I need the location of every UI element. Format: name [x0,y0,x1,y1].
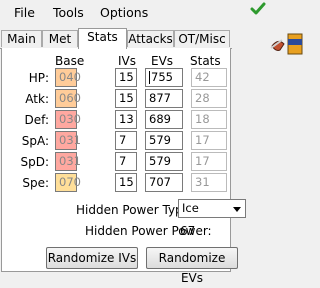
ev-value: 877 [149,91,171,105]
ev-value: 579 [149,133,171,147]
stat-label: Spe: [22,176,49,190]
menu-file[interactable]: File [14,5,35,20]
checkmark-icon[interactable] [250,1,266,20]
iv-input[interactable]: 15 [115,68,137,87]
iv-input[interactable]: 7 [115,152,137,171]
iv-input[interactable]: 13 [115,110,137,129]
ev-input[interactable]: 877 [145,89,183,108]
computed-stat-field: 28 [191,89,227,108]
computed-stat-field: 18 [191,110,227,129]
menu-bar: File Tools Options [0,0,308,24]
stat-label: Atk: [25,92,49,106]
stat-label: SpA: [21,134,49,148]
dropdown-arrow-icon [233,207,241,212]
ribbon-icon[interactable] [268,32,304,61]
base-stat-field: 031 [55,131,81,150]
header-evs: EVs [151,54,174,68]
computed-stat-field: 31 [191,173,227,192]
stat-label: Def: [24,113,49,127]
hidden-power-type-select[interactable]: Ice [178,199,246,218]
tab-met[interactable]: Met [42,30,78,47]
ev-value: 707 [149,175,171,189]
ev-value: 689 [149,112,171,126]
randomize-evs-button[interactable]: Randomize EVs [146,247,238,285]
ev-value: 755 [151,70,173,84]
base-stat-field: 040 [55,68,81,87]
header-ivs: IVs [118,54,136,68]
randomize-ivs-button[interactable]: Randomize IVs [46,247,138,269]
header-stats: Stats [190,54,221,68]
base-stat-field: 060 [55,89,81,108]
ev-input[interactable]: 755 [145,68,183,87]
header-base: Base [55,54,85,68]
tab-ot-misc[interactable]: OT/Misc [174,30,230,47]
stat-label: HP: [28,71,49,85]
base-stat-field: 030 [55,110,81,129]
iv-input[interactable]: 15 [115,89,137,108]
computed-stat-field: 17 [191,131,227,150]
tab-stats[interactable]: Stats [78,28,127,49]
menu-tools[interactable]: Tools [53,5,84,20]
tab-strip: Main Met Stats Attacks OT/Misc [0,28,308,49]
menu-options[interactable]: Options [100,5,148,20]
base-stat-field: 031 [55,152,81,171]
ev-value: 579 [149,154,171,168]
iv-input[interactable]: 15 [115,173,137,192]
ev-input[interactable]: 579 [145,152,183,171]
hidden-power-power-value: 67 [180,224,196,238]
tab-main[interactable]: Main [1,30,42,47]
ev-input[interactable]: 707 [145,173,183,192]
stat-label: SpD: [20,155,49,169]
hidden-power-type-label: Hidden Power Type: [76,203,195,217]
text-cursor [149,71,150,84]
ev-input[interactable]: 689 [145,110,183,129]
base-stat-field: 070 [55,173,81,192]
iv-input[interactable]: 7 [115,131,137,150]
hidden-power-type-value: Ice [182,201,199,215]
tab-attacks[interactable]: Attacks [127,30,174,47]
ev-input[interactable]: 579 [145,131,183,150]
computed-stat-field: 17 [191,152,227,171]
computed-stat-field: 42 [191,68,227,87]
